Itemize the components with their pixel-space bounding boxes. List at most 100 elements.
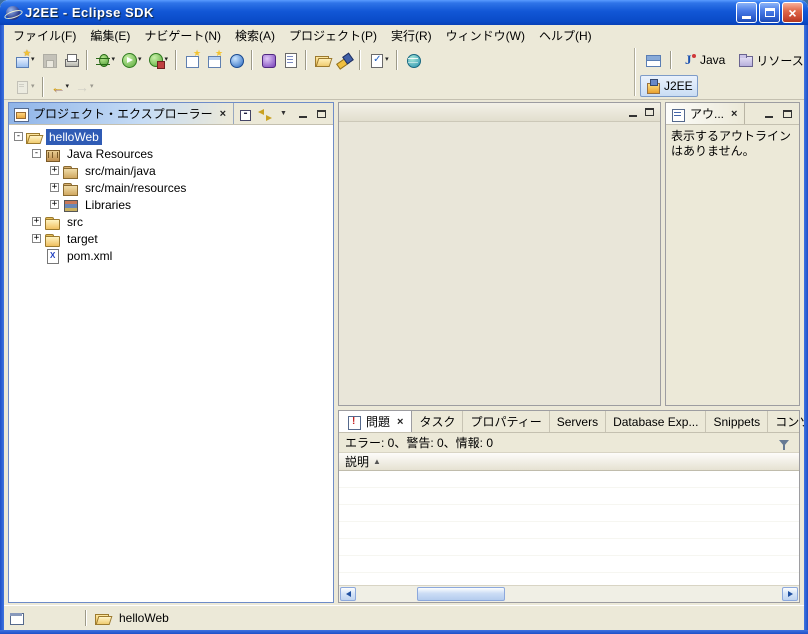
toolbar-separator bbox=[396, 50, 398, 70]
minimize-view-button[interactable] bbox=[760, 106, 777, 122]
maximize-view-button[interactable] bbox=[779, 106, 796, 122]
tab-console[interactable]: コンソール bbox=[768, 411, 808, 432]
editor-area-header bbox=[339, 103, 660, 122]
expander-icon[interactable]: + bbox=[50, 200, 59, 209]
forward-arrow-icon: → bbox=[75, 80, 89, 94]
close-button[interactable]: × bbox=[782, 2, 803, 23]
tab-database-explorer[interactable]: Database Exp... bbox=[606, 411, 706, 432]
window-title: J2EE - Eclipse SDK bbox=[25, 5, 154, 20]
import-button[interactable] bbox=[311, 49, 333, 71]
resource-perspective-icon bbox=[737, 52, 753, 68]
tab-snippets[interactable]: Snippets bbox=[706, 411, 768, 432]
tab-tasks[interactable]: タスク bbox=[412, 411, 463, 432]
chevron-down-icon[interactable]: ▾ bbox=[138, 56, 142, 64]
close-view-icon[interactable]: × bbox=[219, 108, 227, 120]
chevron-down-icon[interactable]: ▾ bbox=[112, 56, 116, 64]
new-servlet-button[interactable] bbox=[203, 49, 225, 71]
tree-item-pom-xml[interactable]: pom.xml bbox=[9, 247, 333, 264]
link-with-editor-button[interactable] bbox=[256, 106, 273, 122]
titlebar[interactable]: J2EE - Eclipse SDK × bbox=[0, 0, 808, 25]
plugin-button[interactable] bbox=[257, 49, 279, 71]
menu-window[interactable]: ウィンドウ(W) bbox=[439, 25, 532, 46]
problems-summary-row: エラー: 0、警告: 0、情報: 0 bbox=[339, 433, 799, 453]
snippets-tab-label: Snippets bbox=[713, 415, 760, 429]
open-perspective-button[interactable] bbox=[640, 49, 666, 71]
menu-project[interactable]: プロジェクト(P) bbox=[282, 25, 384, 46]
menu-run[interactable]: 実行(R) bbox=[384, 25, 439, 46]
scroll-left-button[interactable] bbox=[340, 587, 356, 601]
menu-search[interactable]: 検索(A) bbox=[228, 25, 282, 46]
chevron-down-icon[interactable]: ▾ bbox=[66, 83, 70, 91]
back-button[interactable]: ←▾ bbox=[48, 76, 73, 98]
collapse-all-button[interactable] bbox=[237, 106, 254, 122]
maximize-view-icon bbox=[645, 108, 654, 116]
scroll-right-button[interactable] bbox=[782, 587, 798, 601]
task-list-button[interactable]: ▾ bbox=[365, 49, 392, 71]
workbench-area: プロジェクト・エクスプローラー × ▼ - bbox=[4, 100, 804, 605]
tree-item-src[interactable]: + src bbox=[9, 213, 333, 230]
j2ee-perspective-label: J2EE bbox=[664, 79, 693, 93]
debug-button[interactable]: ▾ bbox=[92, 49, 119, 71]
expander-icon[interactable]: + bbox=[50, 166, 59, 175]
chevron-down-icon[interactable]: ▾ bbox=[31, 83, 35, 91]
expander-icon[interactable]: + bbox=[50, 183, 59, 192]
chevron-down-icon[interactable]: ▾ bbox=[31, 56, 35, 64]
chevron-down-icon[interactable]: ▾ bbox=[385, 56, 389, 64]
project-folder-icon bbox=[95, 610, 111, 626]
new-module-button[interactable] bbox=[181, 49, 203, 71]
view-menu-button[interactable]: ▼ bbox=[275, 106, 292, 122]
annotation-nav-button[interactable]: ▾ bbox=[11, 76, 38, 98]
perspective-java-button[interactable]: Java bbox=[676, 49, 730, 71]
tree-item-src-main-resources[interactable]: + src/main/resources bbox=[9, 179, 333, 196]
minimize-editor-button[interactable] bbox=[624, 104, 641, 120]
maximize-view-button[interactable] bbox=[313, 106, 330, 122]
minimize-view-icon bbox=[629, 115, 637, 117]
forward-button[interactable]: →▾ bbox=[72, 76, 97, 98]
tree-item-helloweb[interactable]: - helloWeb bbox=[9, 128, 333, 145]
maximize-editor-button[interactable] bbox=[641, 104, 658, 120]
perspective-j2ee-button[interactable]: J2EE bbox=[640, 75, 698, 97]
new-wizard-button[interactable]: ▾ bbox=[11, 49, 38, 71]
fast-view-icon[interactable] bbox=[9, 610, 25, 626]
tab-project-explorer[interactable]: プロジェクト・エクスプローラー × bbox=[9, 103, 234, 124]
maximize-button[interactable] bbox=[759, 2, 780, 23]
tab-problems[interactable]: 問題 × bbox=[339, 411, 412, 432]
menu-edit[interactable]: 編集(E) bbox=[83, 25, 137, 46]
minimize-view-button[interactable] bbox=[294, 106, 311, 122]
menu-help[interactable]: ヘルプ(H) bbox=[532, 25, 599, 46]
web-browser-button[interactable] bbox=[402, 49, 424, 71]
tree-item-target[interactable]: + target bbox=[9, 230, 333, 247]
chevron-down-icon[interactable]: ▾ bbox=[90, 83, 94, 91]
scrollbar-thumb[interactable] bbox=[417, 587, 505, 601]
java-perspective-icon bbox=[681, 52, 697, 68]
chevron-down-icon[interactable]: ▾ bbox=[165, 56, 169, 64]
minimize-button[interactable] bbox=[736, 2, 757, 23]
javadoc-button[interactable] bbox=[279, 49, 301, 71]
problems-column-header[interactable]: 説明 ▲ bbox=[339, 453, 799, 471]
print-button[interactable] bbox=[60, 49, 82, 71]
expander-icon[interactable]: - bbox=[32, 149, 41, 158]
expander-icon[interactable]: + bbox=[32, 217, 41, 226]
new-web-service-button[interactable] bbox=[225, 49, 247, 71]
close-view-icon[interactable]: × bbox=[396, 416, 404, 428]
expander-icon[interactable]: - bbox=[14, 132, 23, 141]
tree-item-libraries[interactable]: + Libraries bbox=[9, 196, 333, 213]
save-icon bbox=[41, 52, 57, 68]
tab-properties[interactable]: プロパティー bbox=[463, 411, 549, 432]
titlebar-buttons: × bbox=[736, 2, 803, 23]
external-tools-button[interactable]: ▾ bbox=[145, 49, 172, 71]
search-button[interactable] bbox=[333, 49, 355, 71]
tab-servers[interactable]: Servers bbox=[550, 411, 606, 432]
tab-outline[interactable]: アウ... × bbox=[666, 103, 745, 124]
save-button[interactable] bbox=[38, 49, 60, 71]
run-button[interactable]: ▾ bbox=[118, 49, 145, 71]
perspective-resource-button[interactable]: リソース bbox=[732, 49, 808, 72]
close-view-icon[interactable]: × bbox=[730, 108, 738, 120]
menu-file[interactable]: ファイル(F) bbox=[6, 25, 83, 46]
menu-navigate[interactable]: ナビゲート(N) bbox=[137, 25, 228, 46]
horizontal-scrollbar[interactable] bbox=[339, 585, 799, 602]
tree-item-java-resources[interactable]: - Java Resources bbox=[9, 145, 333, 162]
filter-button[interactable] bbox=[776, 435, 793, 451]
tree-item-src-main-java[interactable]: + src/main/java bbox=[9, 162, 333, 179]
expander-icon[interactable]: + bbox=[32, 234, 41, 243]
